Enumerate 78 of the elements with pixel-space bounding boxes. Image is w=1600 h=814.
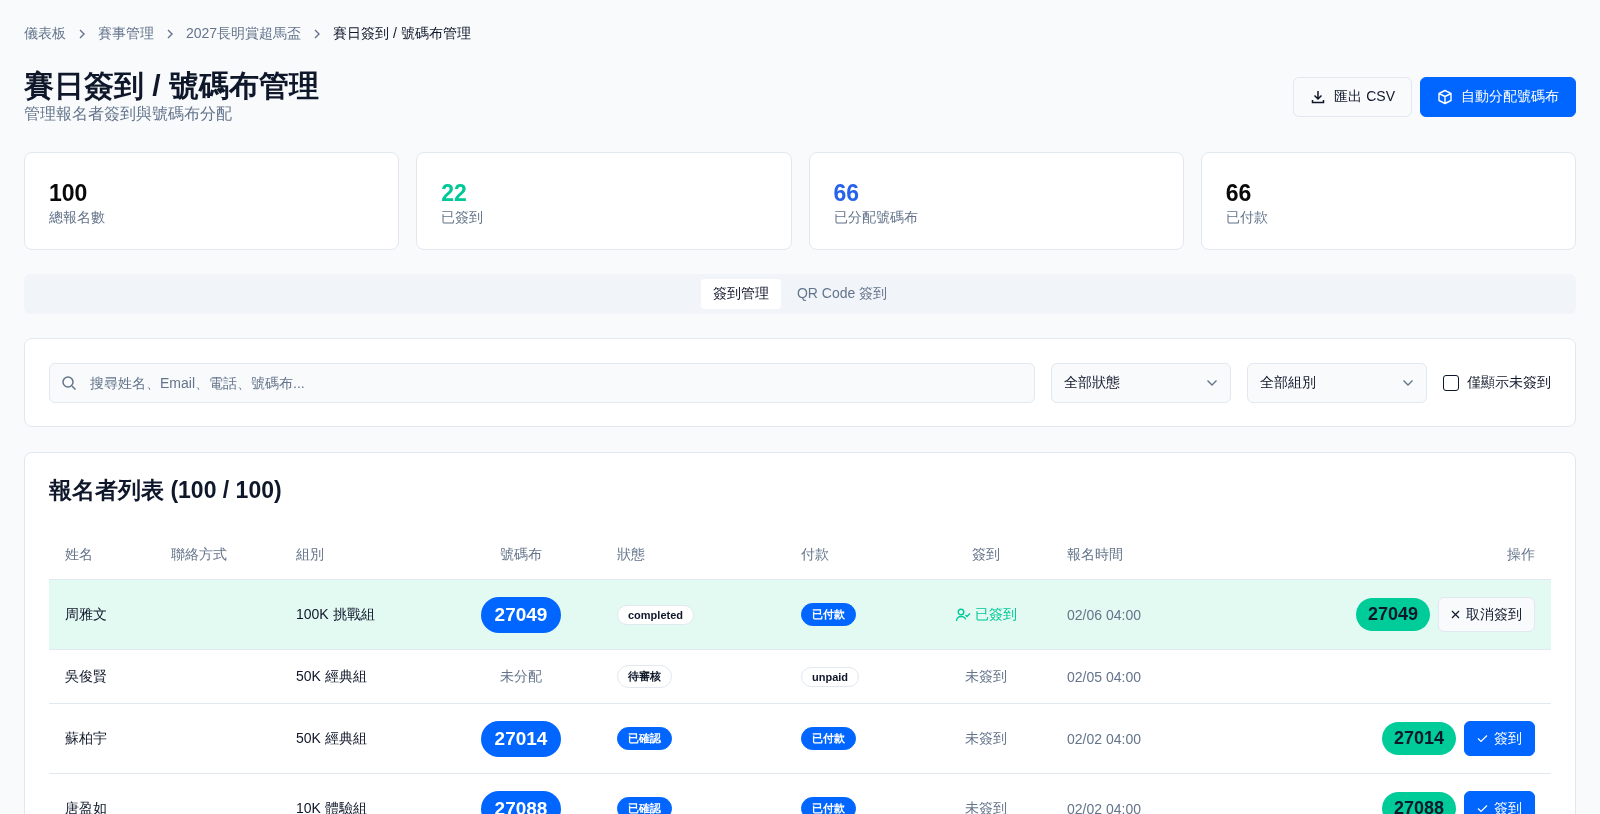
auto-assign-button[interactable]: 自動分配號碼布	[1420, 77, 1576, 117]
not-checked-in-status: 未簽到	[965, 799, 1007, 814]
breadcrumb-link[interactable]: 儀表板	[24, 25, 66, 43]
breadcrumb-link[interactable]: 賽日簽到 / 號碼布管理	[333, 25, 471, 43]
column-header: 報名時間	[1066, 546, 1124, 564]
column-header: 號碼布	[499, 546, 543, 564]
tab[interactable]: QR Code 簽到	[784, 279, 900, 309]
column-header: 操作	[1506, 546, 1536, 564]
bib-number-badge: 27088	[480, 790, 562, 814]
column-header: 付款	[800, 546, 830, 564]
bib-number-badge: 27088	[1381, 792, 1456, 814]
registration-time: 02/02 04:00	[1067, 730, 1141, 747]
column-header: 姓名	[64, 546, 94, 564]
box-icon	[1437, 89, 1453, 105]
name-cell: 周雅文	[65, 605, 107, 624]
dropdown-select[interactable]: 全部狀態	[1051, 362, 1231, 403]
payment-badge: 已付款	[801, 797, 856, 814]
page-title: 賽日簽到 / 號碼布管理	[24, 68, 319, 104]
column-header: 聯絡方式	[170, 546, 228, 564]
column-header: 狀態	[616, 546, 646, 564]
breadcrumb-link[interactable]: 2027長明賞超馬盃	[186, 25, 302, 43]
checkmark-icon	[1477, 804, 1488, 813]
payment-badge: 已付款	[801, 603, 856, 626]
group-cell: 50K 經典組	[296, 729, 367, 748]
group-cell: 100K 挑戰組	[296, 605, 375, 624]
checkin-button[interactable]: 簽到	[1464, 721, 1535, 756]
table-title: 報名者列表 (100 / 100)	[49, 476, 283, 505]
name-cell: 蘇柏宇	[65, 729, 107, 748]
stat-value: 22	[441, 179, 468, 207]
group-cell: 50K 經典組	[296, 667, 367, 686]
status-badge: completed	[617, 604, 694, 625]
column-header: 組別	[295, 546, 325, 564]
name-cell: 吳俊賢	[65, 667, 107, 686]
cancel-checkin-button[interactable]: 取消簽到	[1438, 597, 1535, 632]
stat-label: 已簽到	[441, 209, 485, 227]
not-checked-in-status: 未簽到	[965, 667, 1007, 686]
checkmark-icon	[1477, 734, 1488, 743]
stat-value: 66	[833, 179, 861, 207]
registration-time: 02/05 04:00	[1067, 668, 1141, 685]
page-subtitle: 管理報名者簽到與號碼布分配	[24, 104, 233, 124]
checked-in-status: 已簽到	[955, 605, 1017, 624]
bib-number-badge: 27014	[1381, 722, 1456, 755]
column-header: 簽到	[971, 546, 1001, 564]
registration-time: 02/02 04:00	[1067, 800, 1141, 814]
status-badge: 已確認	[617, 797, 672, 814]
bib-number-badge: 27049	[1355, 598, 1430, 631]
tab[interactable]: 簽到管理	[700, 279, 781, 309]
stat-label: 總報名數	[49, 209, 106, 227]
status-badge: 已確認	[617, 727, 672, 750]
stat-label: 已分配號碼布	[833, 209, 919, 227]
checkin-button[interactable]: 簽到	[1464, 791, 1535, 814]
payment-badge: unpaid	[801, 666, 860, 687]
search-field[interactable]: 搜尋姓名、Email、電話、號碼布...	[49, 362, 1035, 403]
group-cell: 10K 體驗組	[296, 799, 367, 814]
payment-badge: 已付款	[801, 727, 856, 750]
export-button[interactable]: 匯出 CSV	[1293, 77, 1412, 117]
not-checked-in-status: 未簽到	[965, 729, 1007, 748]
stat-value: 100	[49, 179, 89, 207]
breadcrumb-link[interactable]: 賽事管理	[98, 25, 154, 43]
chevron-down-icon	[1402, 378, 1414, 387]
close-icon	[1451, 610, 1460, 619]
bib-number-badge: 27014	[480, 720, 562, 757]
checkbox-label: 僅顯示未簽到	[1467, 373, 1551, 392]
stat-value: 66	[1225, 179, 1253, 207]
status-badge: 待審核	[617, 665, 672, 688]
chevron-right-icon	[78, 29, 86, 39]
name-cell: 唐盈如	[65, 799, 107, 814]
checkbox[interactable]	[1443, 374, 1459, 391]
download-icon	[1310, 89, 1327, 105]
bib-number-badge: 27049	[480, 596, 562, 633]
stat-label: 已付款	[1225, 209, 1269, 227]
bib-unassigned-text: 未分配	[500, 667, 542, 686]
user-check-icon	[955, 606, 971, 623]
chevron-down-icon	[1206, 378, 1218, 387]
dropdown-select[interactable]: 全部組別	[1247, 362, 1427, 403]
registration-time: 02/06 04:00	[1067, 606, 1141, 623]
chevron-right-icon	[313, 29, 322, 39]
chevron-right-icon	[166, 29, 174, 39]
